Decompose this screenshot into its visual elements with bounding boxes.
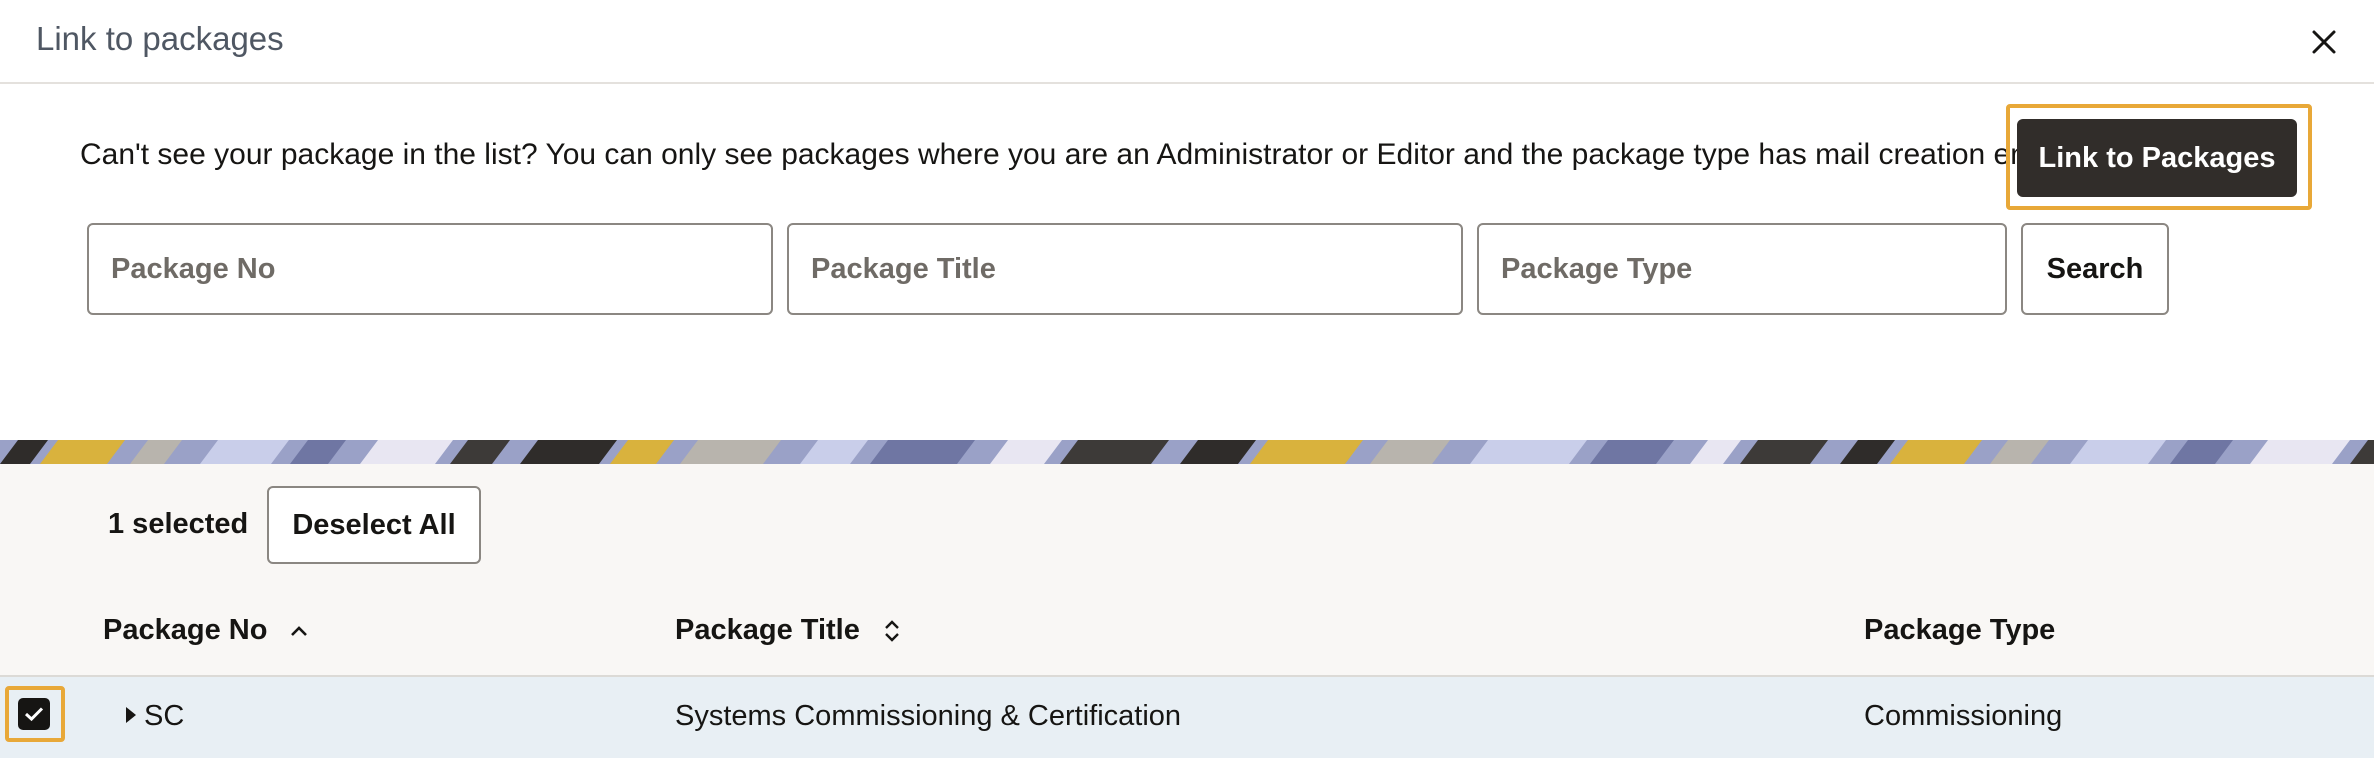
package-title-input[interactable] <box>787 223 1463 315</box>
cell-package-title: Systems Commissioning & Certification <box>675 700 1182 732</box>
deselect-all-button[interactable]: Deselect All <box>267 486 481 564</box>
expand-row-button[interactable] <box>120 704 142 726</box>
column-header-package-no[interactable]: Package No <box>103 614 309 647</box>
close-icon <box>2312 30 2336 54</box>
row-checkbox[interactable] <box>18 698 50 730</box>
dialog-title: Link to packages <box>36 20 284 57</box>
search-button[interactable]: Search <box>2021 223 2169 315</box>
dialog-header: Link to packages <box>0 0 2374 84</box>
caret-right-icon <box>126 707 136 723</box>
package-no-input[interactable] <box>87 223 773 315</box>
cell-package-type: Commissioning <box>1864 700 2063 732</box>
selected-count: 1 selected <box>108 508 249 540</box>
decorative-banner <box>0 440 2374 464</box>
column-header-package-type: Package Type <box>1864 614 2055 647</box>
sort-unsorted-icon[interactable] <box>882 617 902 645</box>
column-header-label: Package Title <box>675 614 860 646</box>
column-header-label: Package No <box>103 614 268 646</box>
package-type-input[interactable] <box>1477 223 2007 315</box>
column-header-package-title[interactable]: Package Title <box>675 614 902 647</box>
close-button[interactable] <box>2302 20 2346 64</box>
link-to-packages-button[interactable]: Link to Packages <box>2017 119 2297 197</box>
info-text: Can't see your package in the list? You … <box>80 138 2109 171</box>
cell-package-no: SC <box>144 700 185 732</box>
sort-ascending-icon[interactable] <box>289 624 309 638</box>
column-header-label: Package Type <box>1864 614 2056 646</box>
checkmark-icon <box>24 707 44 722</box>
